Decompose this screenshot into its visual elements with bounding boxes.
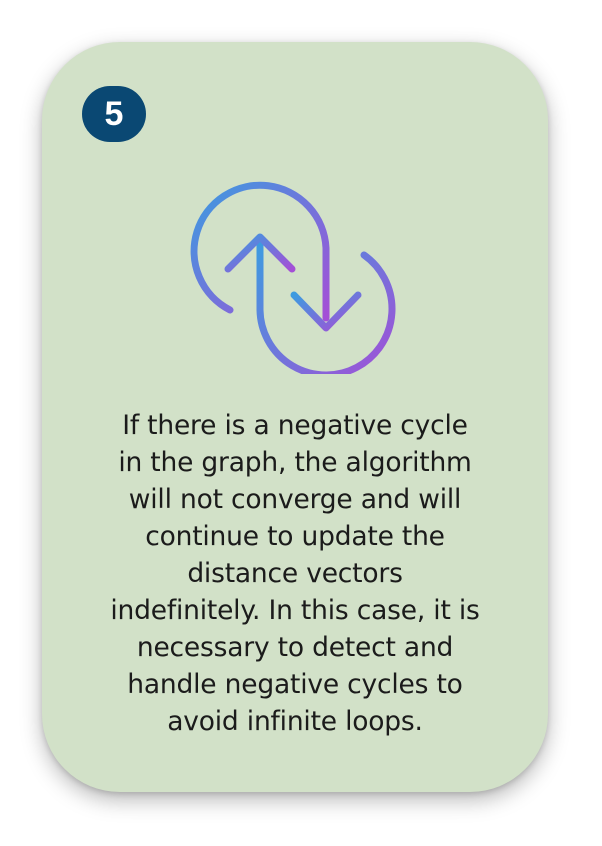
description-line: handle negative cycles to <box>127 669 463 700</box>
description-line: will not converge and will <box>128 484 462 515</box>
description-line: in the graph, the algorithm <box>118 447 472 478</box>
step-number-badge: 5 <box>82 86 146 142</box>
description-line: necessary to detect and <box>136 632 454 663</box>
description-line: avoid infinite loops. <box>167 706 423 737</box>
description-line: If there is a negative cycle <box>122 410 468 441</box>
description-line: continue to update the <box>145 521 445 552</box>
description-line: distance vectors <box>187 558 403 589</box>
info-card: 5 If there is a negative cycle in the gr… <box>42 42 548 792</box>
page: 5 If there is a negative cycle in the gr… <box>0 0 602 846</box>
card-description: If there is a negative cycle in the grap… <box>72 407 518 740</box>
description-line: indefinitely. In this case, it is <box>110 595 480 626</box>
cycle-arrows-icon <box>190 181 396 374</box>
